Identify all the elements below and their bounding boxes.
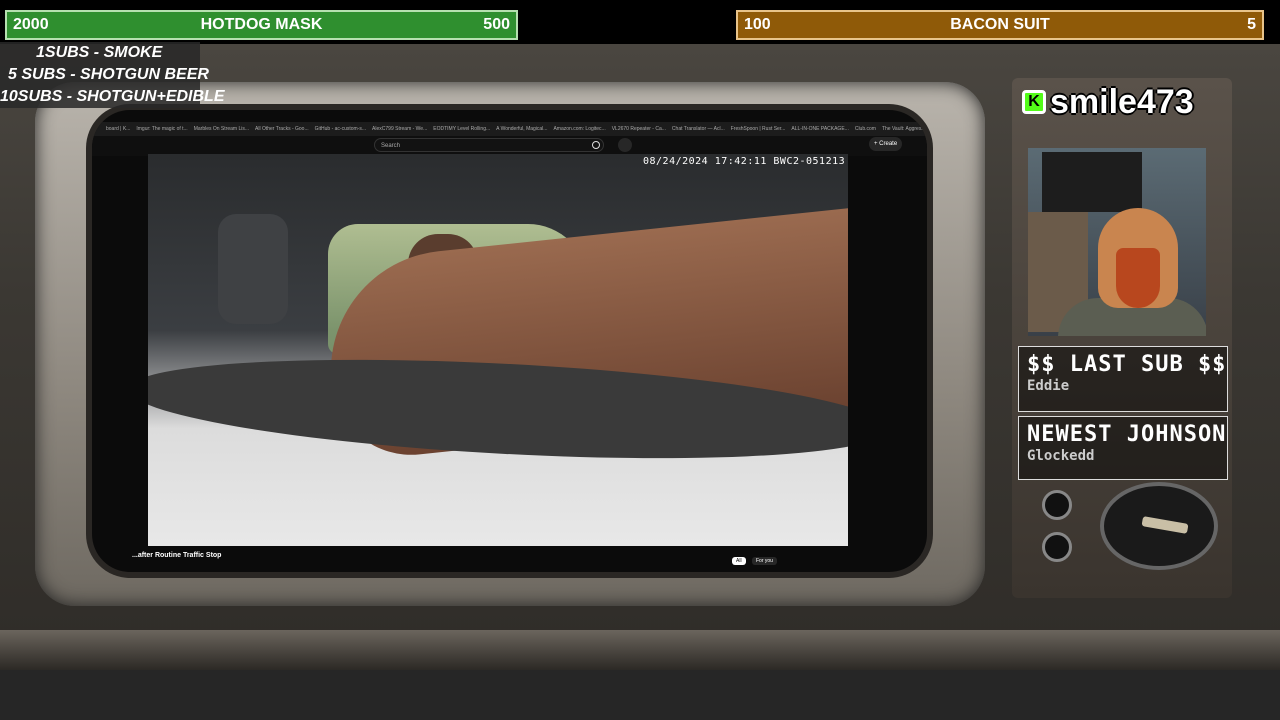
goal-current: 2000 (13, 16, 49, 33)
mic-icon[interactable] (618, 138, 632, 152)
sub-rewards-list: 1SUBS - SMOKE 5 SUBS - SHOTGUN BEER 10SU… (0, 42, 225, 108)
small-knob-bottom (1042, 532, 1072, 562)
goal-target: 500 (483, 16, 510, 33)
browser-tab[interactable]: Club.com (855, 126, 876, 132)
browser-tab[interactable]: FreshSpoon | Rust Ser... (731, 126, 786, 132)
video-player[interactable]: 08/24/2024 17:42:11 BWC2-051213 (148, 154, 848, 546)
goal-bar-bacon-suit: 100 BACON SUIT 5 (736, 10, 1264, 40)
search-icon[interactable] (592, 141, 600, 149)
goal-title: HOTDOG MASK (200, 16, 323, 33)
newest-johnson-box: NEWEST JOHNSON Glockedd (1018, 416, 1228, 480)
goal-bar-hotdog-mask: 2000 HOTDOG MASK 500 (5, 10, 518, 40)
sub-reward-5: 5 SUBS - SHOTGUN BEER (8, 66, 209, 83)
last-sub-value: Eddie (1027, 378, 1070, 394)
browser-tab[interactable]: A Wonderful, Magical... (496, 126, 547, 132)
newest-johnson-value: Glockedd (1027, 448, 1095, 464)
last-sub-label: $$ LAST SUB $$ (1027, 352, 1227, 377)
sub-reward-1: 1SUBS - SMOKE (36, 44, 163, 61)
create-label: Create (879, 141, 898, 147)
channel-tag: K smile473 (1022, 82, 1230, 122)
browser-tab[interactable]: board | K... (106, 126, 130, 132)
newest-johnson-label: NEWEST JOHNSON (1027, 422, 1227, 447)
background-monitor (1042, 152, 1142, 212)
bodycam-timestamp: 08/24/2024 17:42:11 BWC2-051213 (643, 156, 846, 167)
small-knob-top (1042, 490, 1072, 520)
browser-tab[interactable]: GitHub - ac-custom-s... (315, 126, 366, 132)
car-seat (218, 214, 288, 324)
last-sub-box: $$ LAST SUB $$ Eddie (1018, 346, 1228, 412)
goal-target: 5 (1247, 16, 1256, 33)
goal-title: BACON SUIT (950, 16, 1050, 33)
streamer-beard (1116, 248, 1160, 308)
browser-tab[interactable]: Amazon.com: Logitec... (553, 126, 605, 132)
tv-knobs (1018, 482, 1228, 572)
chip-for-you[interactable]: For you (752, 557, 777, 565)
channel-name: smile473 (1050, 82, 1194, 121)
kick-icon: K (1022, 90, 1046, 114)
sub-reward-10: 10SUBS - SHOTGUN+EDIBLE (0, 88, 225, 105)
browser-tab[interactable]: Marbles On Stream Lis... (194, 126, 249, 132)
browser-tab[interactable]: Imgur: The magic of t... (136, 126, 187, 132)
browser-tab[interactable]: AlexC799 Stream - We... (372, 126, 427, 132)
browser-tab[interactable]: Chat Translator — Acl... (672, 126, 725, 132)
browser-tab[interactable]: EODTIMY Level Rolling... (433, 126, 490, 132)
tv-screen: board | K... Imgur: The magic of t... Marb… (92, 110, 927, 572)
webcam-feed (1028, 148, 1206, 336)
tv-bottom-edge (0, 630, 1280, 670)
browser-tab[interactable]: ALL-IN-ONE PACKAGE... (791, 126, 848, 132)
channel-dial (1100, 482, 1218, 570)
goal-current: 100 (744, 16, 771, 33)
search-input[interactable]: Search (374, 138, 604, 152)
bookmarks-bar: board | K... Imgur: The magic of t... Marb… (92, 122, 927, 136)
video-title[interactable]: ...after Routine Traffic Stop (132, 552, 221, 559)
floor (0, 670, 1280, 720)
browser-tab[interactable]: VL2670 Repeater - Ca... (612, 126, 666, 132)
browser-tab[interactable]: All Other Tracks - Goo... (255, 126, 309, 132)
create-button[interactable]: + Create (869, 137, 903, 151)
chip-all[interactable]: All (732, 557, 746, 565)
browser-tab[interactable]: The Vault: Aggressive I... (882, 126, 927, 132)
